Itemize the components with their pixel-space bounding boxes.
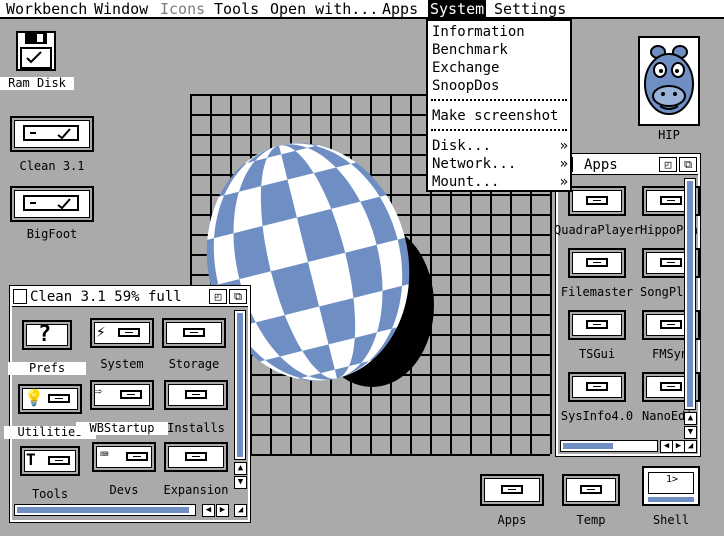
ram-disk-label: Ram Disk: [0, 77, 74, 90]
tools-drawer-icon[interactable]: T Tools: [20, 446, 80, 502]
arrow-right-icon: ⇨: [94, 384, 102, 399]
expansion-label: Expansion: [163, 483, 229, 497]
scroll-up-arrow-icon[interactable]: ▲: [684, 412, 697, 425]
system-menu-dropdown: Information Benchmark Exchange SnoopDos …: [426, 19, 572, 192]
scroll-left-arrow-icon[interactable]: ◀: [202, 504, 215, 517]
menu-item-make-screenshot[interactable]: Make screenshot: [432, 107, 568, 125]
zoom-gadget[interactable]: ◰: [659, 157, 677, 172]
quadraplayer-label: QuadraPlayer: [554, 223, 641, 237]
hard-drive-icon: [10, 116, 94, 152]
sysinfo-label: SysInfo4.0: [560, 409, 634, 423]
apps-window: Apps ◰ ⧉ QuadraPlayer HippoPla Filemaste…: [554, 153, 701, 457]
menu-item-disk[interactable]: Disk... »: [432, 137, 568, 155]
storage-drawer-icon[interactable]: Storage: [162, 318, 226, 372]
installs-drawer-icon[interactable]: Installs: [164, 380, 228, 436]
clean31-window: Clean 3.1 59% full ◰ ⧉ ? Prefs ⚡ System …: [4, 285, 251, 523]
temp-drawer-icon[interactable]: Temp: [562, 474, 620, 530]
expansion-drawer-icon[interactable]: Expansion: [163, 442, 229, 498]
tsgui-label: TSGui: [578, 347, 616, 361]
menu-item-snoopdos[interactable]: SnoopDos: [432, 77, 568, 95]
clean31-title-bar[interactable]: Clean 3.1 59% full ◰ ⧉: [12, 288, 248, 307]
horizontal-scrollbar[interactable]: [560, 440, 658, 452]
hammer-icon: T: [26, 450, 36, 469]
apps-title-bar[interactable]: Apps ◰ ⧉: [558, 156, 698, 175]
close-gadget[interactable]: [13, 289, 27, 304]
bigfoot-volume-icon[interactable]: BigFoot: [10, 186, 94, 244]
temp-label: Temp: [576, 513, 606, 527]
bigfoot-label: BigFoot: [26, 227, 78, 241]
utilities-drawer-icon[interactable]: 💡 Utilities: [4, 384, 96, 440]
hip-icon[interactable]: HIP: [638, 36, 700, 146]
storage-label: Storage: [168, 357, 220, 371]
resize-gadget-icon[interactable]: ◢: [234, 504, 247, 517]
ram-disk-icon[interactable]: Ram Disk: [0, 30, 74, 92]
terminal-icon: 1>: [642, 466, 700, 506]
wbstartup-drawer-icon[interactable]: ⇨ WBStartup: [76, 380, 168, 436]
shell-prompt: 1>: [648, 472, 694, 494]
scroll-right-arrow-icon[interactable]: ▶: [216, 504, 229, 517]
menu-item-exchange[interactable]: Exchange: [432, 59, 568, 77]
menu-separator: [431, 99, 567, 103]
menu-item-network[interactable]: Network... »: [432, 155, 568, 173]
lightning-icon: ⚡: [96, 322, 106, 341]
clean31-volume-icon[interactable]: Clean 3.1: [10, 116, 94, 178]
menu-item-network-label: Network...: [432, 156, 517, 172]
submenu-arrow-icon: »: [559, 138, 568, 154]
horizontal-scrollbar[interactable]: [14, 504, 196, 516]
menu-item-disk-label: Disk...: [432, 138, 492, 154]
scroll-down-arrow-icon[interactable]: ▼: [234, 476, 247, 489]
depth-gadget[interactable]: ⧉: [679, 157, 697, 172]
submenu-arrow-icon: »: [559, 156, 568, 172]
apps-label: Apps: [497, 513, 527, 527]
fmsynth-label: FMSyn: [652, 347, 689, 361]
clean31-label: Clean 3.1: [19, 159, 85, 173]
installs-label: Installs: [167, 421, 225, 435]
horizontal-scroll-knob[interactable]: [17, 507, 189, 513]
scroll-down-arrow-icon[interactable]: ▼: [684, 426, 697, 439]
lightbulb-icon: 💡: [24, 388, 44, 407]
prefs-drawer-icon[interactable]: ? Prefs: [8, 320, 86, 376]
shell-icon[interactable]: 1> Shell: [642, 466, 700, 530]
quadraplayer-icon[interactable]: QuadraPlayer: [554, 186, 641, 237]
depth-gadget[interactable]: ⧉: [229, 289, 247, 304]
filemaster-icon[interactable]: Filemaster: [561, 248, 633, 299]
resize-gadget-icon[interactable]: ◢: [684, 440, 697, 453]
vertical-scroll-knob[interactable]: [687, 181, 693, 407]
shell-label: Shell: [652, 513, 690, 527]
vertical-scrollbar[interactable]: [234, 310, 246, 460]
menu-item-mount[interactable]: Mount... »: [432, 173, 568, 191]
menu-item-benchmark[interactable]: Benchmark: [432, 41, 568, 59]
tsgui-icon[interactable]: TSGui: [568, 310, 626, 361]
menu-separator: [431, 129, 567, 133]
vertical-scroll-knob[interactable]: [237, 313, 243, 457]
apps-drawer-icon[interactable]: Apps: [480, 474, 544, 530]
devs-drawer-icon[interactable]: ⌨ Devs: [92, 442, 156, 498]
zoom-gadget[interactable]: ◰: [209, 289, 227, 304]
filemaster-label: Filemaster: [560, 285, 634, 299]
horizontal-scroll-knob[interactable]: [563, 443, 613, 449]
songplayer-label: SongPla: [640, 285, 691, 299]
hard-drive-icon: [10, 186, 94, 222]
menu-item-mount-label: Mount...: [432, 174, 500, 190]
vertical-scrollbar[interactable]: [684, 178, 696, 410]
clean31-window-title: Clean 3.1 59% full: [30, 289, 182, 305]
submenu-arrow-icon: »: [559, 174, 568, 190]
sysinfo-icon[interactable]: SysInfo4.0: [561, 372, 633, 423]
hippo-icon: [638, 36, 700, 126]
apps-window-title: Apps: [584, 157, 618, 173]
system-drawer-icon[interactable]: ⚡ System: [90, 318, 154, 372]
scroll-up-arrow-icon[interactable]: ▲: [234, 462, 247, 475]
prefs-label: Prefs: [8, 362, 86, 375]
menu-item-information[interactable]: Information: [432, 23, 568, 41]
question-mark-icon: ?: [38, 322, 52, 347]
keyboard-icon: ⌨: [100, 447, 109, 463]
hip-label: HIP: [658, 128, 680, 142]
